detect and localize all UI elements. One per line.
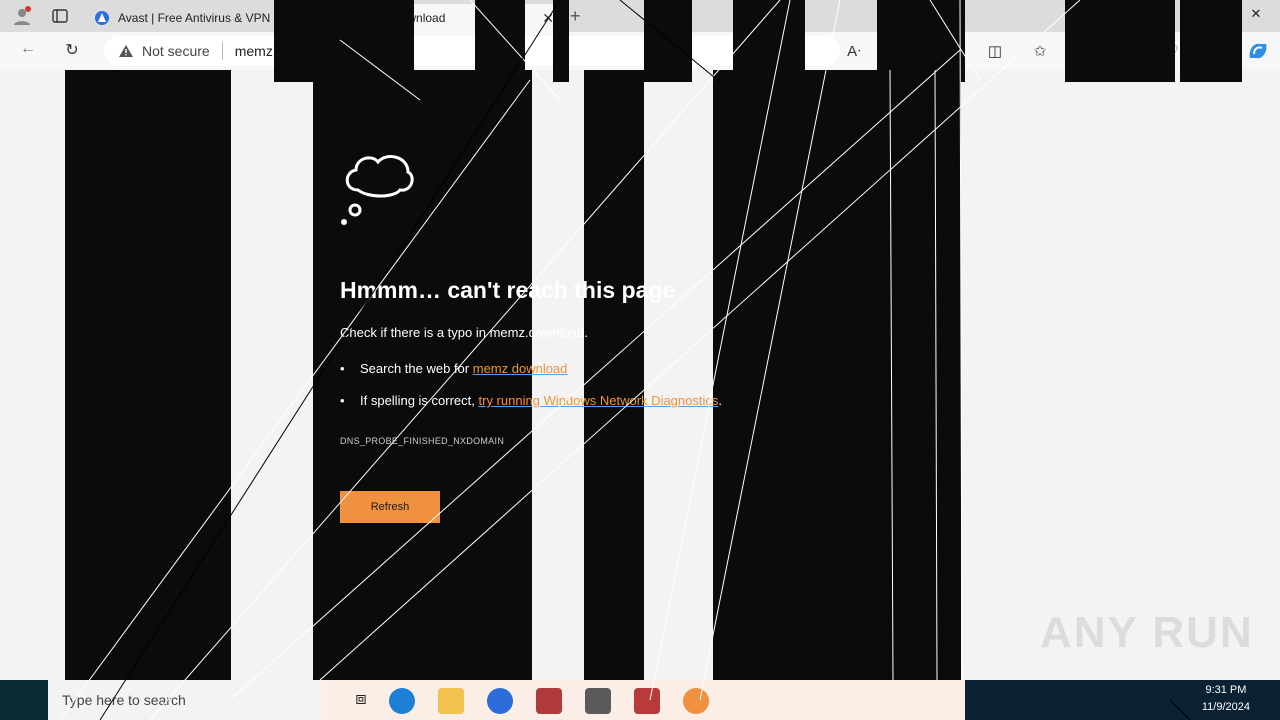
list-item: • Search the web for memz download	[340, 361, 567, 376]
task-view-icon[interactable]: ⧈	[348, 688, 374, 714]
glitch-stripe	[65, 70, 231, 680]
list-item: • If spelling is correct, try running Win…	[340, 393, 722, 408]
app-icon[interactable]	[585, 688, 611, 714]
search-web-link[interactable]: memz download	[473, 361, 568, 376]
close-window-icon[interactable]: ✕	[1236, 6, 1276, 22]
new-tab-icon[interactable]: +	[570, 6, 581, 27]
search-placeholder: Type here to search	[62, 692, 186, 708]
clock-time: 9:31 PM	[1205, 684, 1247, 696]
glitch-stripe	[1065, 0, 1175, 82]
avast-icon	[95, 11, 109, 25]
network-diagnostics-link[interactable]: try running Windows Network Diagnostics	[479, 393, 719, 408]
error-subtitle: Check if there is a typo in memz.downloa…	[340, 325, 588, 340]
winrar-icon[interactable]	[536, 688, 562, 714]
system-tray: 9:31 PM 11/9/2024	[965, 680, 1280, 720]
read-aloud-icon[interactable]: A͏ᐧ	[843, 42, 865, 60]
split-screen-icon[interactable]: ◫	[984, 42, 1006, 60]
bullet-dot: •	[340, 393, 345, 408]
glitch-stripe	[644, 0, 692, 82]
address-bar[interactable]: Not secure memz.download	[104, 36, 840, 66]
tab-title: Avast | Free Antivirus & VPN Dow	[118, 11, 295, 25]
taskbar-search[interactable]: Type here to search	[48, 680, 322, 720]
glitch-stripe	[1180, 0, 1242, 82]
watermark: ANY RUN	[1040, 608, 1254, 657]
bullet-text: If spelling is correct,	[360, 393, 479, 408]
thought-cloud-icon	[338, 152, 418, 233]
glitch-stripe	[553, 0, 569, 82]
avast-taskbar-icon[interactable]	[683, 688, 709, 714]
security-label[interactable]: Not secure	[142, 43, 210, 59]
bullet-dot: •	[340, 361, 345, 376]
tab-actions-icon[interactable]	[52, 8, 68, 24]
glitch-stripe	[584, 70, 644, 680]
favorites-icon[interactable]: ✩	[1029, 42, 1051, 60]
back-icon[interactable]: ←	[16, 40, 40, 58]
bullet-text: Search the web for	[360, 361, 473, 376]
glitch-stripe	[877, 0, 965, 82]
reload-icon[interactable]: ↻	[60, 40, 84, 60]
file-explorer-icon[interactable]	[438, 688, 464, 714]
glitch-stripe	[274, 0, 414, 82]
glitch-stripe	[733, 0, 805, 82]
bullet-suffix: .	[718, 393, 722, 408]
clock-date: 11/9/2024	[1201, 701, 1250, 713]
app-icon[interactable]	[634, 688, 660, 714]
firefox-icon[interactable]	[487, 688, 513, 714]
copilot-icon[interactable]	[1246, 40, 1270, 62]
divider	[221, 42, 223, 60]
glitch-stripe	[713, 70, 961, 680]
error-code: DNS_PROBE_FINISHED_NXDOMAIN	[340, 436, 505, 446]
clock[interactable]: 9:31 PM 11/9/2024	[1202, 682, 1250, 716]
refresh-button[interactable]: Refresh	[340, 491, 440, 523]
error-title: Hmmm… can't reach this page	[340, 277, 676, 303]
warning-icon	[119, 45, 133, 57]
start-button[interactable]	[0, 680, 48, 720]
glitch-stripe	[475, 0, 525, 82]
edge-icon[interactable]	[389, 688, 415, 714]
profile-icon[interactable]	[12, 6, 32, 26]
